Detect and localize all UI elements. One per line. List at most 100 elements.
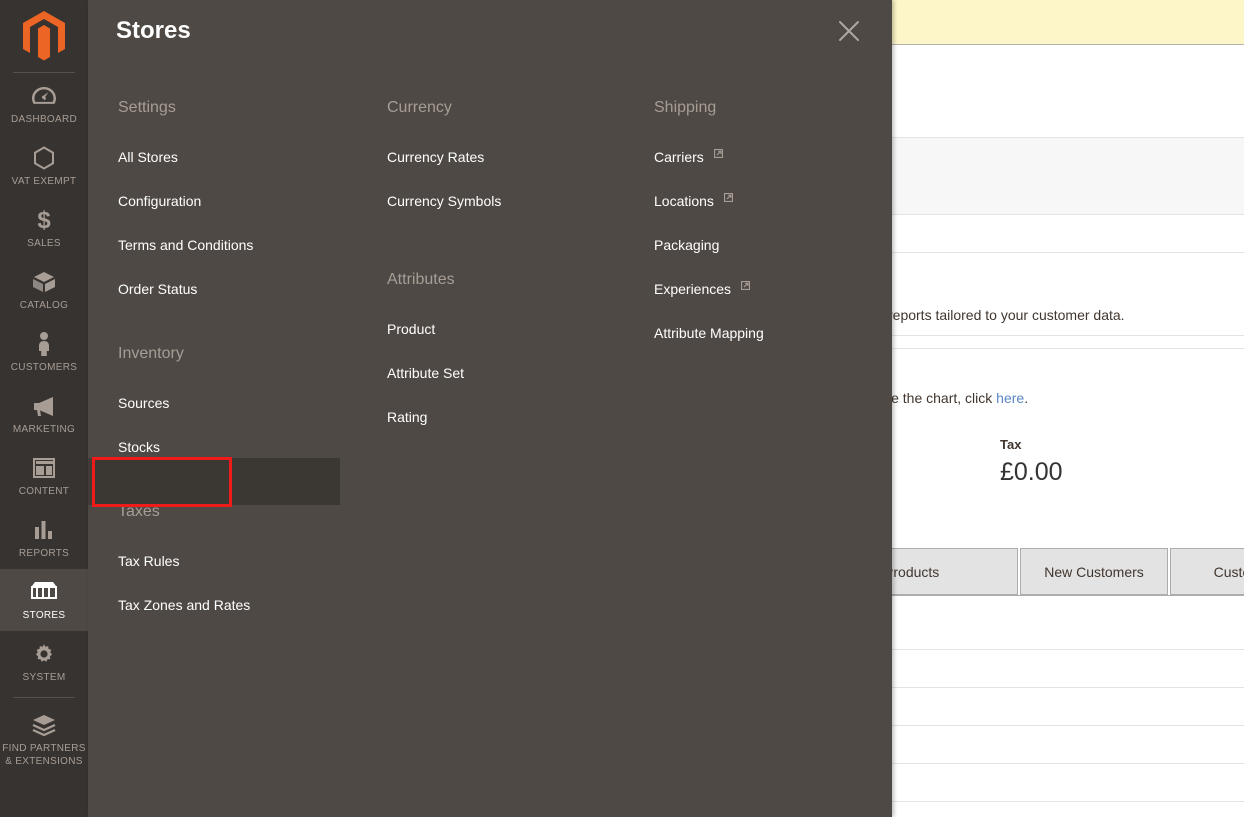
svg-text:$: $ <box>37 207 51 233</box>
stores-menu-panel: Stores Settings All Stores Configuration… <box>88 0 892 817</box>
hexagon-icon <box>2 145 86 171</box>
table-row <box>888 764 1244 802</box>
menu-item-experiences[interactable]: Experiences <box>652 267 882 311</box>
sidebar-item-content[interactable]: CONTENT <box>0 445 88 507</box>
menu-group-title: Shipping <box>652 95 882 121</box>
customer-data-text: reports tailored to your customer data. <box>888 305 1244 325</box>
extension-icon <box>2 712 86 738</box>
screen-root: reports tailored to your customer data. … <box>0 0 1244 817</box>
tab-customers[interactable]: Customer <box>1170 548 1244 595</box>
menu-group-title: Attributes <box>385 267 635 293</box>
sidebar-divider <box>13 697 75 698</box>
menu-group-shipping: Shipping Carriers Locations Packaging Ex… <box>652 95 882 355</box>
sidebar-item-label: STORES <box>2 609 86 622</box>
sidebar-item-label: REPORTS <box>2 547 86 560</box>
menu-item-product[interactable]: Product <box>385 307 635 351</box>
sidebar-item-vat-exempt[interactable]: VAT EXEMPT <box>0 135 88 197</box>
external-link-icon <box>741 275 750 295</box>
menu-item-tax-zones-and-rates[interactable]: Tax Zones and Rates <box>116 583 366 627</box>
menu-item-locations[interactable]: Locations <box>652 179 882 223</box>
menu-group-title: Inventory <box>116 341 366 367</box>
menu-item-sources[interactable]: Sources <box>116 381 366 425</box>
menu-group-settings: Settings All Stores Configuration Terms … <box>116 95 366 311</box>
gear-icon <box>2 641 86 667</box>
notice-banner <box>888 0 1244 45</box>
bar-chart-icon <box>2 517 86 543</box>
gauge-icon <box>2 83 86 109</box>
table-row <box>888 596 1244 650</box>
sidebar-item-label: VAT EXEMPT <box>2 175 86 188</box>
sidebar-item-customers[interactable]: CUSTOMERS <box>0 321 88 383</box>
menu-group-currency: Currency Currency Rates Currency Symbols <box>385 95 635 223</box>
sidebar-item-label: SYSTEM <box>2 671 86 684</box>
menu-group-title: Settings <box>116 95 366 121</box>
menu-group-attributes: Attributes Product Attribute Set Rating <box>385 267 635 439</box>
table-row <box>888 650 1244 688</box>
tab-new-customers[interactable]: New Customers <box>1020 548 1168 595</box>
table-row <box>888 688 1244 726</box>
menu-item-order-status[interactable]: Order Status <box>116 267 366 311</box>
sidebar-item-catalog[interactable]: CATALOG <box>0 259 88 321</box>
sidebar-item-dashboard[interactable]: DASHBOARD <box>0 73 88 135</box>
magento-logo[interactable] <box>0 0 88 72</box>
close-icon[interactable] <box>832 14 866 48</box>
dollar-icon: $ <box>2 207 86 233</box>
content-divider <box>888 348 1244 349</box>
menu-column-3: Shipping Carriers Locations Packaging Ex… <box>652 95 882 365</box>
menu-item-currency-symbols[interactable]: Currency Symbols <box>385 179 635 223</box>
menu-item-all-stores[interactable]: All Stores <box>116 135 366 179</box>
menu-item-carriers[interactable]: Carriers <box>652 135 882 179</box>
chart-help-prefix: le the chart, click <box>888 390 996 406</box>
menu-item-attribute-set[interactable]: Attribute Set <box>385 351 635 395</box>
menu-item-label: Experiences <box>654 281 731 297</box>
menu-item-terms-and-conditions[interactable]: Terms and Conditions <box>116 223 366 267</box>
chart-help-text: le the chart, click here. <box>888 388 1244 408</box>
menu-item-label: Locations <box>654 193 714 209</box>
tax-metric-label: Tax <box>1000 436 1180 454</box>
sidebar-item-stores[interactable]: STORES <box>0 569 88 631</box>
dashboard-tabs: ewed Products New Customers Customer <box>888 548 1244 595</box>
menu-item-configuration[interactable]: Configuration <box>116 179 366 223</box>
sidebar-item-label: CATALOG <box>2 299 86 312</box>
sidebar-item-marketing[interactable]: MARKETING <box>0 383 88 445</box>
sidebar-item-sales[interactable]: $ SALES <box>0 197 88 259</box>
external-link-icon <box>714 143 723 163</box>
storefront-icon <box>2 579 86 605</box>
menu-item-packaging[interactable]: Packaging <box>652 223 882 267</box>
chart-help-suffix: . <box>1024 390 1028 406</box>
megaphone-icon <box>2 393 86 419</box>
menu-item-currency-rates[interactable]: Currency Rates <box>385 135 635 179</box>
sidebar-item-label: CONTENT <box>2 485 86 498</box>
content-row <box>888 215 1244 253</box>
panel-title: Stores <box>116 16 191 46</box>
menu-column-2: Currency Currency Rates Currency Symbols… <box>385 95 635 449</box>
content-row <box>888 46 1244 138</box>
menu-item-attribute-mapping[interactable]: Attribute Mapping <box>652 311 882 355</box>
menu-group-title: Currency <box>385 95 635 121</box>
sidebar-item-reports[interactable]: REPORTS <box>0 507 88 569</box>
menu-item-label: Carriers <box>654 149 704 165</box>
tax-metric: Tax £0.00 <box>1000 436 1180 488</box>
sidebar-item-label: SALES <box>2 237 86 250</box>
menu-column-1: Settings All Stores Configuration Terms … <box>116 95 366 637</box>
sidebar-item-label: DASHBOARD <box>2 113 86 126</box>
tax-metric-value: £0.00 <box>1000 456 1180 488</box>
box-icon <box>2 269 86 295</box>
table-row <box>888 802 1244 817</box>
menu-group-inventory: Inventory Sources Stocks <box>116 341 366 469</box>
menu-item-rating[interactable]: Rating <box>385 395 635 439</box>
menu-group-taxes: Taxes Tax Rules Tax Zones and Rates <box>116 499 366 627</box>
menu-item-stocks[interactable]: Stocks <box>116 425 366 469</box>
sidebar-item-find-partners-extensions[interactable]: FIND PARTNERS & EXTENSIONS <box>0 702 88 777</box>
sidebar-item-label: FIND PARTNERS & EXTENSIONS <box>2 742 86 768</box>
content-row <box>888 138 1244 215</box>
layout-icon <box>2 455 86 481</box>
sidebar-item-label: MARKETING <box>2 423 86 436</box>
external-link-icon <box>724 187 733 207</box>
sidebar-item-system[interactable]: SYSTEM <box>0 631 88 693</box>
person-icon <box>2 331 86 357</box>
chart-help-link[interactable]: here <box>996 390 1024 406</box>
table-row <box>888 726 1244 764</box>
sidebar-item-label: CUSTOMERS <box>2 361 86 374</box>
menu-item-tax-rules[interactable]: Tax Rules <box>116 539 366 583</box>
